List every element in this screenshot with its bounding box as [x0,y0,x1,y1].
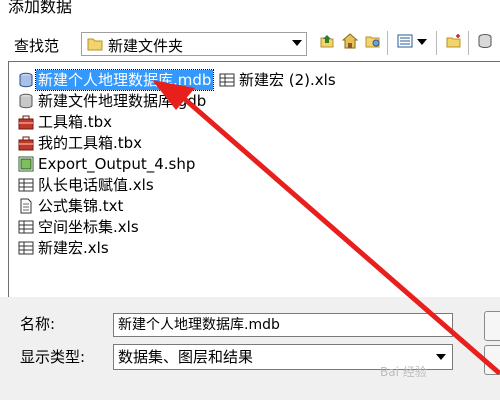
show-type-label: 显示类型: [20,348,86,366]
file-name: 新建宏.xls [38,239,109,257]
file-list[interactable]: 新建个人地理数据库.mdb 新建文件地理数据库.gdb 工具箱.tbx 我的工具… [8,61,500,297]
file-geodatabase-icon [19,93,33,109]
up-level-button[interactable] [316,30,338,54]
folder-icon [87,38,103,51]
name-field[interactable]: 新建个人地理数据库.mdb [113,313,453,337]
cancel-button[interactable] [484,345,500,375]
file-name: 空间坐标集.xls [38,218,139,236]
personal-geodatabase-icon [19,72,33,88]
name-label: 名称: [20,315,56,333]
file-name: Export_Output_4.shp [38,155,196,173]
watermark: Bai 经验 [380,365,427,379]
table-icon [18,241,34,255]
toolbox-icon [18,115,34,130]
file-name: 公式集锦.txt [38,197,124,215]
home-button[interactable] [339,30,361,54]
list-view-icon [397,34,413,48]
chevron-down-icon[interactable] [292,40,302,46]
add-data-dialog: 添加数据 查找范 新建文件夹 新建个人地理数据库.mdb 新建文件地理数据库.g… [0,0,500,400]
text-file-icon [20,198,32,214]
home-icon [342,33,358,49]
look-in-label: 查找范 [14,37,60,55]
connect-folder-icon [365,36,380,48]
shapefile-icon [18,156,34,172]
file-name: 队长电话赋值.xls [38,176,154,194]
toolbar-divider [436,31,437,55]
dialog-title: 添加数据 [8,0,73,16]
file-name: 新建个人地理数据库.mdb [34,69,215,91]
add-button[interactable] [484,311,500,341]
file-name: 新建宏 (2).xls [239,71,336,89]
toolbar-divider [387,31,388,55]
table-icon [219,73,235,87]
connect-database-button[interactable] [474,30,496,54]
location-value: 新建文件夹 [108,37,184,55]
table-icon [18,220,34,234]
show-type-value: 数据集、图层和结果 [118,348,254,366]
table-icon [18,178,34,192]
toolbox-icon [18,136,34,151]
connect-folder-button[interactable] [362,30,384,54]
file-name: 新建文件地理数据库.gdb [38,92,207,110]
chevron-down-icon [417,39,427,45]
view-dropdown-button[interactable] [415,30,429,54]
chevron-down-icon[interactable] [436,354,446,360]
new-folder-button[interactable] [443,30,465,54]
file-name: 我的工具箱.tbx [38,134,143,152]
database-connection-icon [478,34,492,49]
location-combo[interactable]: 新建文件夹 [81,32,307,56]
toolbar-divider [468,31,469,55]
file-name: 工具箱.tbx [38,113,113,131]
up-folder-icon [320,35,334,48]
view-menu-button[interactable] [394,30,416,54]
new-folder-icon [446,34,461,48]
